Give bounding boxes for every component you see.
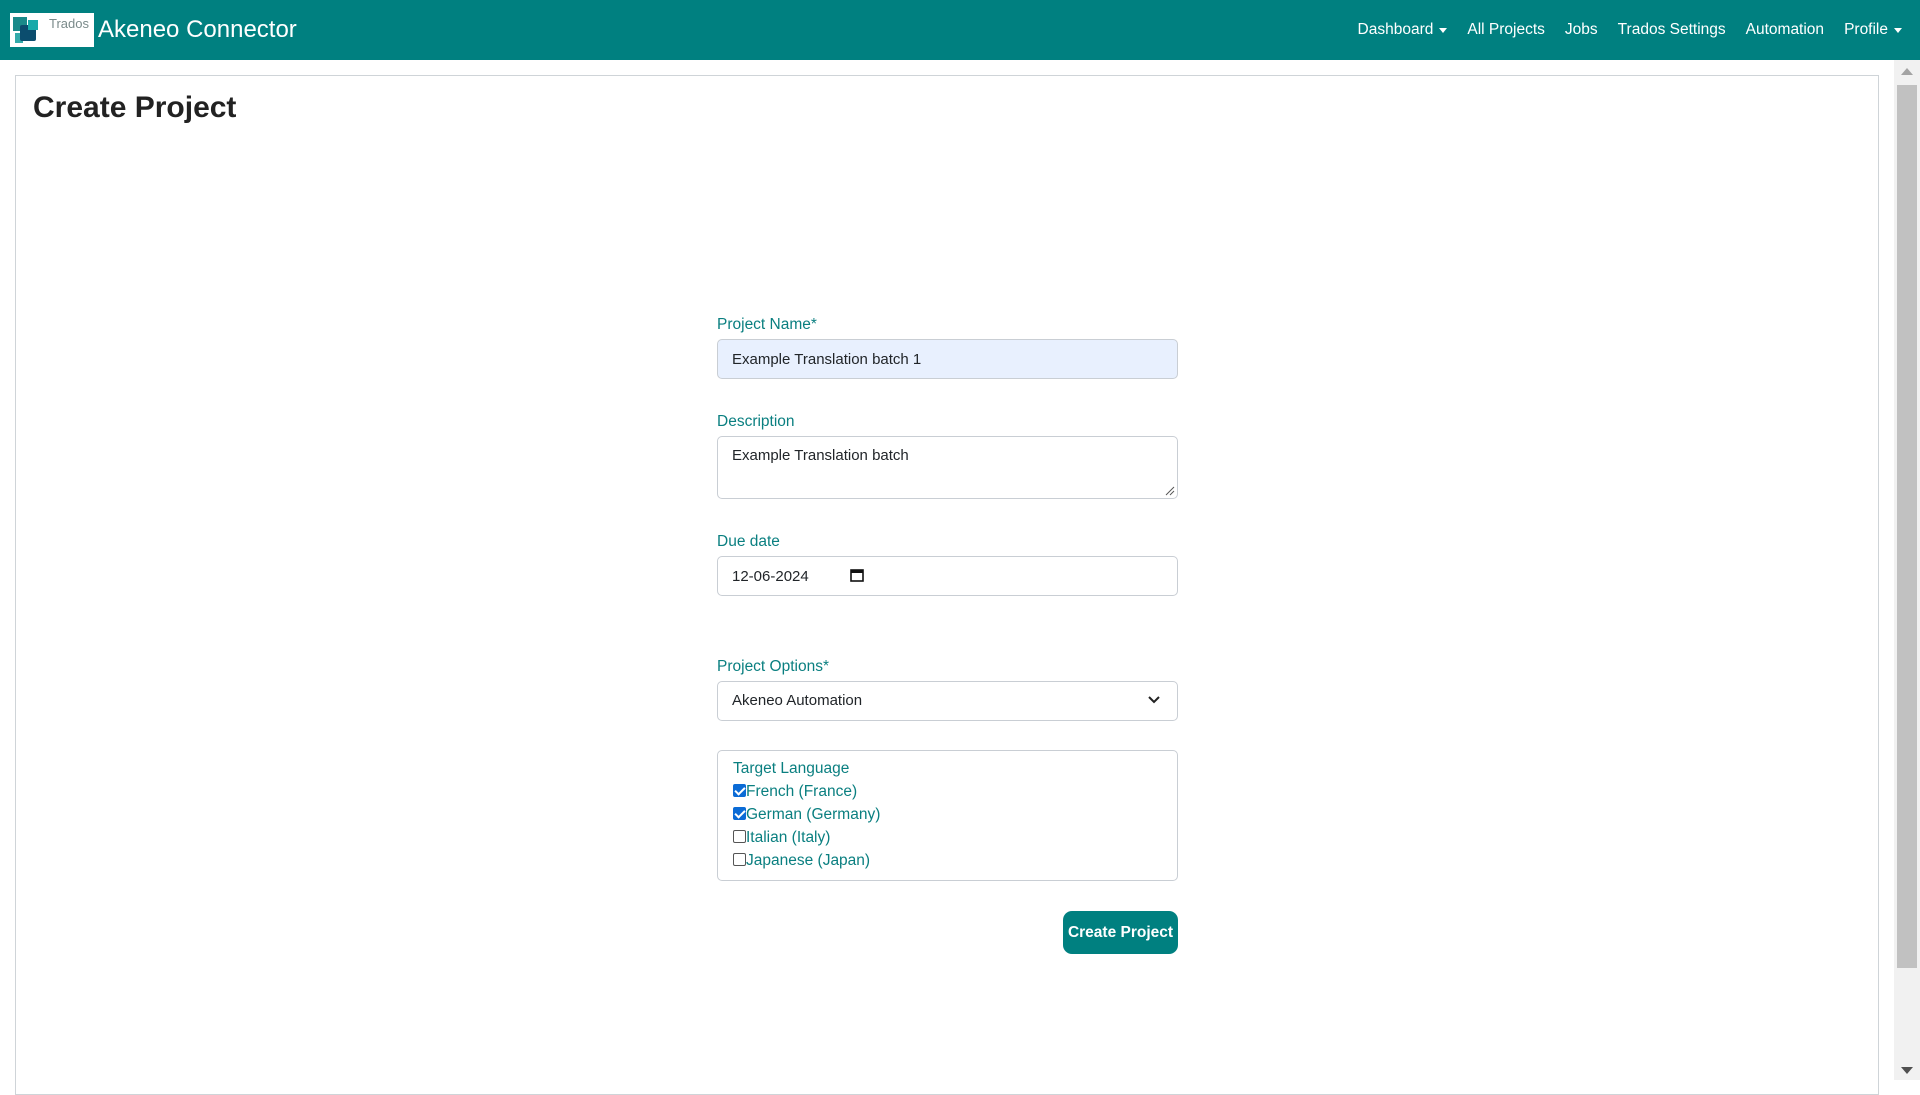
- caret-down-icon: [1439, 27, 1448, 33]
- target-language-group: Target Language French (France) German (…: [717, 750, 1178, 881]
- scroll-thumb[interactable]: [1897, 85, 1917, 968]
- lang-label-german: German (Germany): [746, 806, 881, 823]
- scroll-down-arrow-icon[interactable]: [1901, 1067, 1913, 1074]
- lang-label-french: French (France): [746, 783, 858, 800]
- description-textarea[interactable]: Example Translation batch: [717, 436, 1178, 499]
- due-date-input[interactable]: 12-06-2024: [717, 556, 1178, 596]
- due-date-value: 12-06-2024: [732, 568, 809, 585]
- lang-label-italian: Italian (Italy): [746, 829, 831, 846]
- scroll-up-arrow-icon[interactable]: [1901, 68, 1913, 75]
- nav-dashboard-label: Dashboard: [1357, 21, 1434, 38]
- vertical-scrollbar[interactable]: [1894, 60, 1920, 1080]
- logo-text: Trados: [49, 16, 89, 31]
- lang-option-german[interactable]: German (Germany): [733, 806, 880, 824]
- create-project-card: Create Project Project Name* Description…: [15, 75, 1879, 1095]
- project-options-select[interactable]: Akeneo Automation: [717, 681, 1178, 721]
- nav-dashboard[interactable]: Dashboard: [1358, 21, 1448, 39]
- trados-logo: Trados: [10, 13, 94, 47]
- page-title: Create Project: [33, 91, 237, 124]
- project-name-label: Project Name*: [717, 316, 817, 333]
- nav-automation[interactable]: Automation: [1746, 21, 1824, 39]
- project-options-label: Project Options*: [717, 658, 829, 675]
- project-options-value: Akeneo Automation: [732, 692, 863, 709]
- due-date-label: Due date: [717, 533, 780, 550]
- project-name-input[interactable]: [717, 339, 1178, 379]
- brand[interactable]: Trados Akeneo Connector: [10, 13, 297, 47]
- nav-all-projects[interactable]: All Projects: [1467, 21, 1545, 39]
- top-navbar: Trados Akeneo Connector Dashboard All Pr…: [0, 0, 1920, 60]
- resize-grip-icon[interactable]: [1165, 486, 1175, 496]
- checkbox-french[interactable]: [733, 783, 746, 797]
- nav-trados-settings[interactable]: Trados Settings: [1618, 21, 1726, 39]
- checkbox-japanese[interactable]: [733, 852, 746, 866]
- create-project-button[interactable]: Create Project: [1063, 911, 1178, 954]
- checkbox-italian[interactable]: [733, 829, 746, 843]
- lang-label-japanese: Japanese (Japan): [746, 852, 871, 869]
- app-title[interactable]: Akeneo Connector: [98, 16, 297, 44]
- target-language-title: Target Language: [733, 760, 850, 777]
- nav-jobs[interactable]: Jobs: [1565, 21, 1598, 39]
- calendar-icon[interactable]: [850, 568, 864, 582]
- lang-option-french[interactable]: French (France): [733, 783, 857, 801]
- lang-option-italian[interactable]: Italian (Italy): [733, 829, 830, 847]
- nav-links: Dashboard All Projects Jobs Trados Setti…: [1348, 0, 1912, 60]
- nav-profile[interactable]: Profile: [1844, 21, 1902, 39]
- nav-profile-label: Profile: [1844, 21, 1888, 38]
- caret-down-icon: [1894, 27, 1902, 33]
- chevron-down-icon: [1148, 696, 1160, 704]
- lang-option-japanese[interactable]: Japanese (Japan): [733, 852, 870, 870]
- checkbox-german[interactable]: [733, 806, 746, 820]
- description-label: Description: [717, 413, 795, 430]
